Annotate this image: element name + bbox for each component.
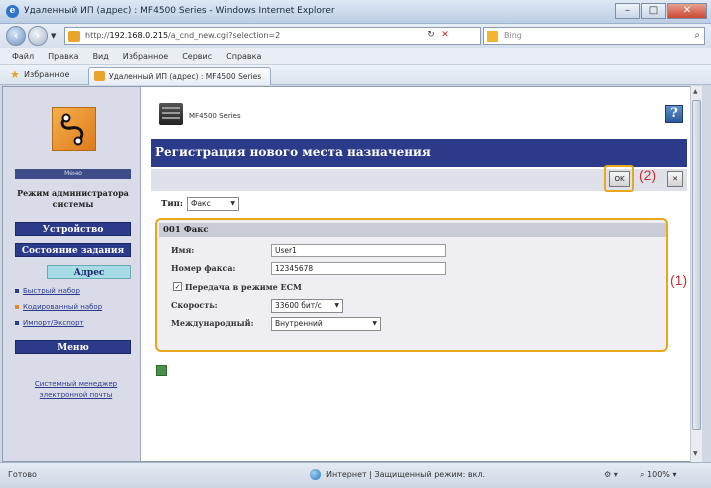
protected-mode-icon[interactable]: ⚙ ▾	[604, 470, 618, 479]
device-name: MF4500 Series	[189, 112, 241, 120]
name-label: Имя:	[171, 245, 195, 255]
fax-number-input[interactable]: 12345678	[271, 262, 446, 275]
type-value: Факс	[191, 199, 211, 208]
section-title: 001 Факс	[163, 225, 209, 235]
name-input[interactable]: User1	[271, 244, 446, 257]
international-select[interactable]: Внутренний ▼	[271, 317, 381, 331]
search-icon[interactable]: ⌕	[694, 30, 700, 41]
back-button[interactable]: ‹	[6, 26, 26, 46]
scroll-down-icon[interactable]: ▼	[693, 450, 698, 457]
menu-tools[interactable]: Сервис	[182, 48, 212, 64]
menu-file[interactable]: Файл	[12, 48, 34, 64]
type-select[interactable]: Факс ▼	[187, 197, 239, 211]
security-zone[interactable]: Интернет | Защищенный режим: вкл.	[326, 470, 485, 479]
page-tab[interactable]: Удаленный ИП (адрес) : MF4500 Series	[88, 67, 271, 85]
window-title: Удаленный ИП (адрес) : MF4500 Series - W…	[24, 6, 335, 16]
url-text: http://192.168.0.215/a_cnd_new.cgi?selec…	[85, 31, 281, 40]
international-value: Внутренний	[275, 319, 323, 328]
address-input[interactable]: http://192.168.0.215/a_cnd_new.cgi?selec…	[64, 27, 481, 45]
cancel-button[interactable]: ✕	[667, 171, 683, 187]
forward-button[interactable]: ›	[28, 26, 48, 46]
link-import-export[interactable]: Импорт/Экспорт	[15, 319, 84, 327]
favorites-button[interactable]: Избранное	[24, 70, 69, 79]
logo-caption: Меню	[15, 169, 131, 179]
star-icon[interactable]: ★	[10, 68, 20, 81]
settings-box: 001 Факс Имя: User1 Номер факса: 1234567…	[155, 218, 668, 352]
page-title: Регистрация нового места назначения	[155, 145, 431, 159]
ecm-checkbox[interactable]: ✓	[173, 282, 182, 291]
scroll-up-icon[interactable]: ▲	[693, 88, 698, 95]
section-header: 001 Факс	[159, 223, 666, 237]
window-controls: – □ ✕	[614, 3, 707, 19]
ie-icon: e	[6, 5, 19, 18]
menu-button[interactable]: Меню	[15, 340, 131, 354]
menu-view[interactable]: Вид	[93, 48, 109, 64]
printer-icon	[159, 103, 183, 125]
chevron-down-icon: ▼	[230, 200, 235, 207]
search-placeholder: Bing	[504, 31, 522, 40]
nav-device[interactable]: Устройство	[15, 222, 131, 236]
globe-icon	[310, 469, 321, 480]
history-dropdown-icon[interactable]: ▼	[51, 32, 56, 40]
chevron-down-icon: ▼	[372, 320, 377, 327]
vertical-scrollbar[interactable]: ▲ ▼	[690, 86, 702, 462]
scroll-thumb[interactable]	[692, 100, 701, 430]
help-icon[interactable]: ?	[665, 105, 683, 123]
bing-icon	[487, 31, 498, 42]
site-icon	[68, 31, 80, 42]
bullet-icon	[15, 289, 19, 293]
tab-site-icon	[94, 71, 105, 81]
speed-value: 33600 бит/с	[275, 301, 322, 310]
status-text: Готово	[8, 470, 37, 479]
admin-mode-label: Режим администратора системы	[17, 188, 129, 209]
maximize-button[interactable]: □	[641, 3, 666, 19]
ok-button[interactable]: OK	[609, 171, 630, 187]
minimize-button[interactable]: –	[615, 3, 640, 19]
refresh-icon[interactable]: ↻	[424, 27, 438, 43]
zoom-level[interactable]: ⌕ 100% ▾	[640, 470, 676, 480]
stop-icon[interactable]: ✕	[438, 27, 452, 43]
fax-number-label: Номер факса:	[171, 263, 236, 273]
page-content: Меню Режим администратора системы Устрой…	[2, 86, 700, 462]
close-button[interactable]: ✕	[667, 3, 707, 19]
status-bar: Готово Интернет | Защищенный режим: вкл.…	[0, 462, 711, 488]
ecm-label: Передача в режиме ECM	[185, 282, 302, 292]
bullet-icon	[15, 321, 19, 325]
link-quick-dial[interactable]: Быстрый набор	[15, 287, 80, 295]
type-row: Тип: Факс ▼	[151, 195, 687, 213]
sidebar: Меню Режим администратора системы Устрой…	[3, 87, 141, 461]
tab-label: Удаленный ИП (адрес) : MF4500 Series	[109, 72, 262, 81]
menu-edit[interactable]: Правка	[48, 48, 78, 64]
menu-bar: Файл Правка Вид Избранное Сервис Справка	[0, 48, 711, 65]
title-bar: e Удаленный ИП (адрес) : MF4500 Series -…	[0, 0, 711, 24]
favorites-bar: ★ Избранное Удаленный ИП (адрес) : MF450…	[0, 65, 711, 85]
international-label: Международный:	[171, 318, 254, 328]
speed-select[interactable]: 33600 бит/с ▼	[271, 299, 343, 313]
menu-help[interactable]: Справка	[226, 48, 261, 64]
type-label: Тип:	[161, 199, 183, 209]
nav-job-status[interactable]: Состояние задания	[15, 243, 131, 257]
top-of-page-icon[interactable]	[156, 365, 167, 376]
remote-ui-logo	[52, 107, 96, 151]
nav-address[interactable]: Адрес	[47, 265, 131, 279]
speed-label: Скорость:	[171, 300, 218, 310]
chevron-down-icon: ▼	[334, 302, 339, 309]
annotation-1: (1)	[670, 272, 688, 288]
link-coded-dial[interactable]: Кодированный набор	[15, 303, 102, 311]
annotation-2: (2)	[639, 167, 657, 183]
address-buttons: ↻ ✕	[424, 27, 452, 43]
page-title-bar: Регистрация нового места назначения	[151, 139, 687, 167]
search-input[interactable]: Bing ⌕	[483, 27, 705, 45]
mail-manager-link[interactable]: Системный менеджер электронной почты	[21, 379, 131, 401]
bullet-icon	[15, 305, 19, 309]
menu-favorites[interactable]: Избранное	[123, 48, 168, 64]
address-row: ‹ › ▼ http://192.168.0.215/a_cnd_new.cgi…	[0, 24, 711, 48]
